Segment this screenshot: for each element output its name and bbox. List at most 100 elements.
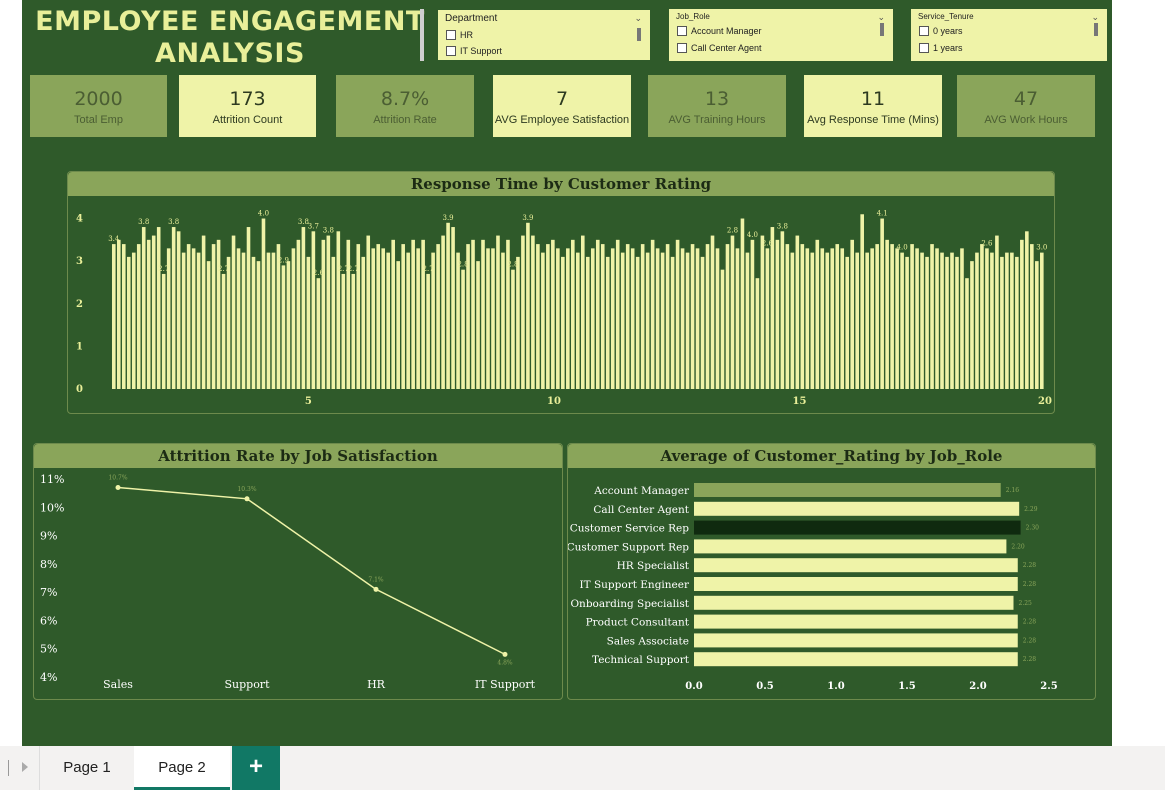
customer-rating-chart-panel[interactable]: Average of Customer_Rating by Job_Role A… [567, 443, 1096, 700]
bar [141, 227, 146, 389]
bar [481, 239, 485, 389]
bar [231, 235, 236, 389]
kpi-card-attrition-count: 173 Attrition Count [179, 75, 316, 137]
title-divider [420, 9, 424, 61]
bar [416, 248, 420, 389]
bar [645, 252, 650, 389]
bar [730, 235, 735, 389]
bar [271, 252, 276, 389]
bar [855, 252, 859, 389]
bar [795, 235, 800, 389]
tab-page-1[interactable]: Page 1 [39, 746, 135, 790]
kpi-card-attrition-rate: 8.7% Attrition Rate [336, 75, 474, 137]
bar [286, 261, 291, 389]
bar [905, 256, 909, 389]
bar [1040, 252, 1044, 389]
bar [521, 235, 525, 389]
tab-page-2[interactable]: Page 2 [134, 746, 230, 790]
bar [605, 256, 610, 389]
tenure-option-1-years[interactable]: 1 years [919, 43, 963, 53]
bar [720, 269, 725, 389]
data-label: 2.6 [762, 239, 774, 247]
next-page-icon[interactable] [22, 762, 28, 772]
kpi-label: AVG Work Hours [984, 113, 1068, 126]
bar [694, 614, 1018, 629]
bar [725, 244, 730, 389]
bar [585, 256, 590, 389]
bar [925, 256, 929, 389]
tenure-option-0-years[interactable]: 0 years [919, 26, 963, 36]
job-role-option-call-center-agent[interactable]: Call Center Agent [677, 43, 762, 53]
category-label: Customer Support Rep [568, 541, 689, 553]
data-point [373, 586, 379, 592]
checkbox[interactable] [446, 46, 456, 56]
bar [126, 256, 131, 389]
bar [990, 252, 994, 389]
bar [710, 235, 715, 389]
bar [694, 483, 1001, 497]
data-label: 3.0 [1036, 244, 1047, 252]
data-label: 10.7% [108, 474, 127, 481]
department-slicer[interactable]: Department ⌄ HR IT Support [438, 10, 650, 60]
job-role-slicer[interactable]: Job_Role ⌄ Account Manager Call Center A… [669, 9, 893, 61]
response-time-chart-panel[interactable]: Response Time by Customer Rating 0 1 2 3 4 3.… [67, 171, 1055, 414]
bar [446, 222, 450, 389]
series-line [117, 486, 506, 656]
bar [171, 227, 176, 389]
checkbox[interactable] [446, 30, 456, 40]
y-tick-label: 1 [76, 341, 83, 352]
checkbox[interactable] [677, 26, 687, 36]
bar [546, 244, 550, 389]
chevron-down-icon[interactable]: ⌄ [877, 12, 885, 23]
slicer-scrollbar[interactable] [637, 28, 641, 41]
attrition-rate-chart-panel[interactable]: Attrition Rate by Job Satisfaction 4% 5% 6… [33, 443, 563, 700]
bar [491, 248, 495, 389]
bar [690, 244, 695, 389]
bar [950, 252, 954, 389]
department-option-it-support[interactable]: IT Support [446, 46, 502, 56]
data-label: 2.7 [348, 265, 359, 273]
category-label: Customer Service Rep [570, 523, 690, 535]
bar [975, 252, 979, 389]
department-option-hr[interactable]: HR [446, 30, 473, 40]
bar [740, 218, 745, 389]
job-role-option-account-manager[interactable]: Account Manager [677, 26, 762, 36]
checkbox[interactable] [919, 43, 929, 53]
x-tick-label: 15 [793, 396, 807, 407]
bar [580, 235, 585, 389]
bar [301, 227, 306, 389]
y-tick-label: 7% [40, 586, 57, 599]
bar [346, 239, 351, 389]
bar [960, 248, 964, 389]
y-tick-label: 11% [40, 473, 64, 486]
checkbox[interactable] [919, 26, 929, 36]
data-label: 2.7 [158, 265, 169, 273]
data-label: 4.0 [897, 244, 908, 252]
bar [526, 222, 530, 389]
bar [694, 652, 1018, 667]
category-label: Call Center Agent [593, 504, 689, 516]
bar [945, 256, 949, 389]
bar [571, 239, 575, 389]
add-page-button[interactable]: + [232, 746, 280, 790]
x-tick-label: Support [224, 678, 270, 691]
y-tick-label: 4 [76, 214, 83, 225]
bar [436, 244, 440, 389]
slicer-scrollbar[interactable] [1094, 23, 1098, 36]
slicer-scrollbar[interactable] [880, 23, 884, 36]
chevron-down-icon[interactable]: ⌄ [1091, 12, 1099, 23]
bar [840, 248, 845, 389]
bar [531, 235, 535, 389]
data-label: 4.0 [747, 231, 758, 239]
service-tenure-slicer[interactable]: Service_Tenure ⌄ 0 years 1 years [911, 9, 1107, 61]
chevron-down-icon[interactable]: ⌄ [634, 13, 642, 24]
bar [216, 239, 221, 389]
y-tick-label: 0 [76, 384, 83, 395]
checkbox[interactable] [677, 43, 687, 53]
data-label: 3.8 [138, 218, 149, 226]
data-label: 2.28 [1023, 637, 1037, 644]
first-page-nav[interactable] [0, 760, 9, 776]
x-tick-label: 2.5 [1040, 681, 1057, 692]
bar [516, 256, 520, 389]
kpi-label: AVG Employee Satisfaction [494, 113, 630, 126]
